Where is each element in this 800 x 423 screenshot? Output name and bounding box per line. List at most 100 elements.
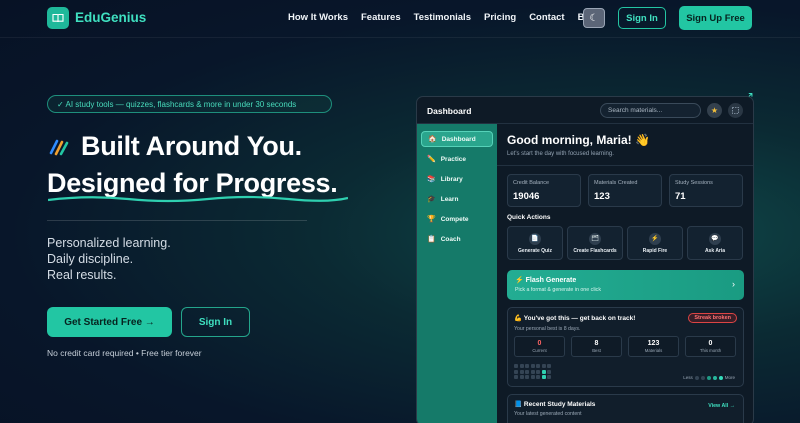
flash-generate-card[interactable]: ⚡ Flash Generate Pick a format & generat…	[507, 270, 744, 300]
lightning-icon: ⚡	[649, 232, 661, 245]
dashboard-sidebar: 🏠 Dashboard ✏️ Practice 📚 Library 🎓 Lear…	[417, 124, 497, 423]
sidebar-item-dashboard[interactable]: 🏠 Dashboard	[421, 131, 493, 147]
streak-box-best: 8 Best	[571, 336, 622, 357]
heatmap-cell	[519, 364, 524, 368]
heatmap-cell	[519, 369, 524, 374]
books-icon: 📚	[427, 176, 436, 183]
hero-line1-text: Built Around You.	[81, 131, 302, 161]
streak-box-value: 0	[537, 340, 542, 347]
sidebar-item-library[interactable]: 📚 Library	[421, 171, 493, 187]
sidebar-item-label: Coach	[440, 235, 461, 243]
streak-box-label: Materials	[644, 348, 663, 353]
book-logo-icon[interactable]	[47, 7, 69, 29]
legend-dot	[694, 375, 699, 380]
heatmap-cell	[530, 364, 535, 368]
sidebar-item-label: Practice	[440, 155, 467, 163]
heatmap-cell	[547, 364, 551, 368]
hero-heading-line1: Built Around You.	[47, 131, 302, 162]
dashboard-header: Dashboard Search materials... ★	[417, 97, 753, 124]
chat-icon: 💬	[709, 232, 721, 245]
heatmap-cell	[530, 375, 535, 379]
sidebar-item-label: Compete	[440, 215, 469, 223]
heatmap-cell	[525, 375, 529, 379]
legend-less: Less	[683, 375, 693, 380]
legend-more: More	[724, 375, 735, 380]
greeting-title: Good morning, Maria! 👋	[507, 133, 650, 147]
quick-action-label: Rapid Fire	[642, 247, 668, 254]
hero-divider	[47, 220, 307, 221]
heatmap-cell	[519, 375, 524, 379]
sidebar-item-practice[interactable]: ✏️ Practice	[421, 151, 493, 167]
dashboard-main: Good morning, Maria! 👋 Let's start the d…	[497, 124, 753, 423]
star-icon[interactable]: ★	[707, 103, 722, 118]
heatmap-cell	[536, 364, 540, 368]
heatmap-cell	[525, 364, 529, 368]
sidebar-item-label: Library	[440, 175, 463, 183]
heatmap-cell	[541, 369, 546, 374]
ask-aria-button[interactable]: 💬 Ask Aria	[687, 226, 743, 260]
nav-link-pricing[interactable]: Pricing	[484, 12, 516, 23]
tagline-1: Personalized learning.	[47, 236, 171, 250]
theme-toggle-button[interactable]: ☾	[583, 8, 605, 28]
pencil-icon: ✏️	[427, 156, 436, 163]
stat-value: 123	[594, 191, 610, 202]
sidebar-item-compete[interactable]: 🏆 Compete	[421, 211, 493, 227]
streak-box-value: 8	[594, 340, 599, 347]
nav-link-how-it-works[interactable]: How It Works	[288, 12, 348, 23]
streak-box-value: 0	[708, 340, 713, 347]
heatmap-cell	[547, 369, 551, 374]
stat-label: Materials Created	[594, 180, 638, 186]
heatmap-cell	[514, 375, 518, 379]
recent-materials-card: 📘 Recent Study Materials Your latest gen…	[507, 394, 744, 423]
streak-subtitle: Your personal best is 8 days.	[514, 326, 581, 332]
heatmap-cell	[541, 364, 546, 368]
fullscreen-icon[interactable]	[728, 103, 743, 118]
create-flashcards-button[interactable]: 🗂 Create Flashcards	[567, 226, 623, 260]
quick-action-label: Ask Aria	[704, 247, 726, 254]
stat-card-study-sessions: Study Sessions 71	[669, 174, 743, 207]
dashboard-search-input[interactable]: Search materials...	[600, 103, 701, 118]
stat-card-credit-balance: Credit Balance 19046	[507, 174, 581, 207]
squiggle-underline	[48, 195, 348, 203]
streak-title: 💪 You've got this — get back on track!	[514, 315, 636, 322]
clipboard-icon: 📋	[427, 236, 436, 243]
streak-box-this-month: 0 This month	[685, 336, 736, 357]
trophy-icon: 🏆	[427, 216, 436, 223]
streak-box-materials: 123 Materials	[628, 336, 679, 357]
home-icon: 🏠	[428, 136, 437, 143]
view-all-link[interactable]: View All →	[708, 403, 735, 409]
activity-heatmap	[514, 364, 551, 379]
nav-link-contact[interactable]: Contact	[529, 12, 564, 23]
legend-dot	[706, 375, 711, 380]
greeting-subtitle: Let's start the day with focused learnin…	[507, 151, 614, 157]
sidebar-item-learn[interactable]: 🎓 Learn	[421, 191, 493, 207]
hero-badge: ✓ AI study tools — quizzes, flashcards &…	[47, 95, 332, 113]
sidebar-item-coach[interactable]: 📋 Coach	[421, 231, 493, 247]
nav-signin-button[interactable]: Sign In	[618, 7, 666, 29]
generate-quiz-button[interactable]: 📄 Generate Quiz	[507, 226, 563, 260]
quick-action-label: Create Flashcards	[573, 247, 617, 254]
legend-dot	[718, 375, 723, 380]
tagline-2: Daily discipline.	[47, 252, 134, 266]
dashboard-title: Dashboard	[427, 106, 472, 116]
moon-icon: ☾	[589, 12, 599, 24]
streak-box-current: 0 Current	[514, 336, 565, 357]
hero-signin-button[interactable]: Sign In	[181, 307, 250, 337]
sidebar-item-label: Dashboard	[441, 135, 476, 143]
heatmap-cell	[530, 369, 535, 374]
stat-value: 19046	[513, 191, 540, 202]
stripes-icon	[49, 139, 69, 155]
heatmap-cell	[536, 369, 540, 374]
heatmap-cell	[514, 369, 518, 374]
top-navbar: EduGenius How It Works Features Testimon…	[0, 0, 800, 38]
rapid-fire-button[interactable]: ⚡ Rapid Fire	[627, 226, 683, 260]
get-started-button[interactable]: Get Started Free →	[47, 307, 172, 337]
cards-icon: 🗂	[589, 232, 601, 245]
nav-signup-button[interactable]: Sign Up Free	[679, 6, 752, 30]
nav-link-features[interactable]: Features	[361, 12, 401, 23]
brand-name[interactable]: EduGenius	[75, 10, 146, 25]
hero-footnote: No credit card required • Free tier fore…	[47, 348, 202, 358]
stat-label: Credit Balance	[513, 180, 550, 186]
streak-card: 💪 You've got this — get back on track! Y…	[507, 307, 744, 387]
nav-link-testimonials[interactable]: Testimonials	[414, 12, 471, 23]
